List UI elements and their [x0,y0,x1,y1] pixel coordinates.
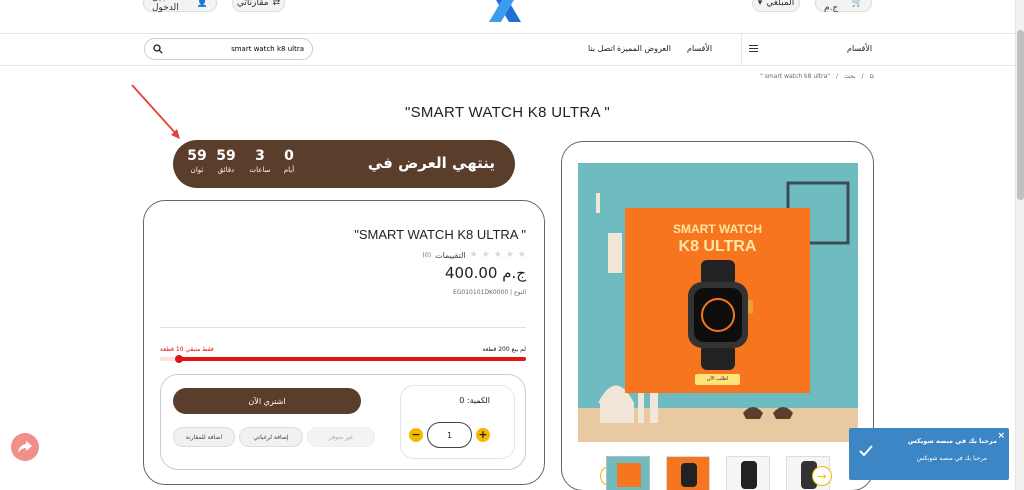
main-nav: اتصل بنا العروض المميزة الأقسام الأقسام [0,34,1015,66]
stock-progress-knob [175,355,184,363]
purchase-actions: الكمية: 0 − 1 + اشتري الآن غير متوفر إضا… [160,374,526,470]
star-icon[interactable]: ★ [506,250,514,260]
compare-button[interactable]: مقارناتي ⇄ [232,0,285,12]
scrollbar-thumb[interactable] [1017,30,1024,200]
countdown-hours-value: 3 [255,148,265,164]
banner-line-2: K8 ULTRA [678,238,757,255]
menu-icon[interactable] [749,45,758,52]
quantity-box: الكمية: 0 − 1 + [400,385,515,459]
breadcrumb: ⌂ / بحث / "smart watch k8 ultra " [760,72,874,80]
countdown-days-label: أيام [283,166,295,174]
countdown-minutes-value: 59 [216,148,236,164]
product-main-image[interactable]: SMART WATCH K8 ULTRA اطلب الآن [578,163,858,442]
annotation-arrow-icon [131,84,180,139]
page: تسجيل الدخول 👤 مقارناتي ⇄ ▾ المبلغي 0.00… [0,0,1024,490]
divider [160,327,526,328]
page-scrollbar[interactable] [1015,0,1024,490]
star-icon[interactable]: ★ [470,250,478,260]
categories-menu-label[interactable]: الأقسام [847,44,872,53]
countdown-days-value: 0 [284,148,294,164]
stock-progress-fill [175,355,526,363]
add-to-compare-button[interactable]: اضافة للمقارنة [173,427,235,447]
nav-link-categories[interactable]: الأقسام [687,44,712,53]
rating-row: ★ ★ ★ ★ ★ التقييمات (0) [423,250,526,260]
star-icon[interactable]: ★ [494,250,502,260]
compare-label: مقارناتي [236,0,269,8]
product-gallery-card: SMART WATCH K8 ULTRA اطلب الآن ← [561,141,874,490]
quantity-label: الكمية: 0 [459,396,490,405]
thumbs-next-button[interactable]: → [812,466,832,486]
login-button[interactable]: تسجيل الدخول 👤 [143,0,217,13]
breadcrumb-item-current: "smart watch k8 ultra " [760,72,831,80]
cart-label: 0.00 ج.م [824,0,844,13]
product-sku: EG010101DK0000 | النوع [452,289,526,296]
notification-title: مرحبا بك في منصه شوبكس [907,437,997,445]
breadcrumb-separator: / [861,72,864,80]
out-of-stock-button[interactable]: غير متوفر [307,427,375,447]
thumbnail-strip [606,456,830,490]
offer-countdown: ينتهي العرض في 0 أيام 3 ساعات 59 دقائق 5… [173,140,515,188]
decrease-quantity-button[interactable]: − [409,428,423,442]
star-icon[interactable]: ★ [518,250,526,260]
buy-now-button[interactable]: اشتري الآن [173,388,361,414]
share-icon [18,441,32,453]
thumbnail-1[interactable] [606,456,650,490]
home-icon[interactable]: ⌂ [870,72,874,80]
promo-square: SMART WATCH K8 ULTRA اطلب الآن [625,208,810,393]
search-input[interactable] [169,45,304,53]
countdown-minutes: 59 دقائق [212,148,240,174]
product-price: 400.00 ج.م [444,264,526,282]
countdown-seconds-label: ثوان [190,166,204,174]
top-bar: تسجيل الدخول 👤 مقارناتي ⇄ ▾ المبلغي 0.00… [0,0,1015,34]
nav-link-offers[interactable]: العروض المميزة [617,44,671,53]
smartwatch-icon [688,260,753,370]
close-icon[interactable]: × [997,431,1005,441]
cart-button[interactable]: 0.00 ج.م 🛒 [815,0,872,13]
cart-icon: 🛒 [851,0,863,8]
countdown-seconds-value: 59 [187,148,207,164]
currency-selector[interactable]: ▾ المبلغي [752,0,800,12]
thumbnail-3[interactable] [726,456,770,490]
breadcrumb-separator: / [836,72,839,80]
login-label: تسجيل الدخول [152,0,179,13]
quantity-input[interactable]: 1 [427,422,472,448]
compare-icon: ⇄ [272,0,281,8]
nav-link-contact[interactable]: اتصل بنا [588,44,615,53]
countdown-hours-label: ساعات [249,166,271,174]
check-icon [859,445,873,457]
search-icon[interactable] [153,44,163,54]
nav-divider [741,34,742,66]
stock-left-text: فقط متبقي 10 قطعة [160,346,214,353]
countdown-minutes-label: دقائق [217,166,235,174]
increase-quantity-button[interactable]: + [476,428,490,442]
stock-progress-bar [160,355,526,363]
countdown-days: 0 أيام [275,148,303,174]
breadcrumb-item-search[interactable]: بحث [844,73,855,80]
ratings-count: (0) [422,251,432,259]
user-icon: 👤 [196,0,208,8]
countdown-hours: 3 ساعات [246,148,274,174]
quantity-stepper: − 1 + [409,422,490,448]
notification-toast: × مرحبا بك في منصه شوبكس مرحبا بك في منص… [849,428,1009,480]
banner-line-1: SMART WATCH [672,222,763,236]
star-icon[interactable]: ★ [482,250,490,260]
logo-icon[interactable] [487,0,523,22]
sold-count-text: لم يبع 200 قطعة [482,346,526,353]
countdown-title: ينتهي العرض في [367,154,495,172]
product-info-card: "SMART WATCH K8 ULTRA " ★ ★ ★ ★ ★ التقيي… [143,200,545,485]
search-box [144,38,313,60]
currency-label: المبلغي [766,0,795,8]
notification-message: مرحبا بك في منصه شوبكس [916,455,987,462]
order-now-badge[interactable]: اطلب الآن [695,374,740,385]
share-button[interactable] [11,433,39,461]
chevron-down-icon: ▾ [757,0,763,8]
add-to-wishlist-button[interactable]: إضافة لرغباتي [239,427,303,447]
thumbnail-2[interactable] [666,456,710,490]
countdown-seconds: 59 ثوان [183,148,211,174]
ratings-label[interactable]: التقييمات [435,251,466,260]
product-name: "SMART WATCH K8 ULTRA " [354,227,526,242]
